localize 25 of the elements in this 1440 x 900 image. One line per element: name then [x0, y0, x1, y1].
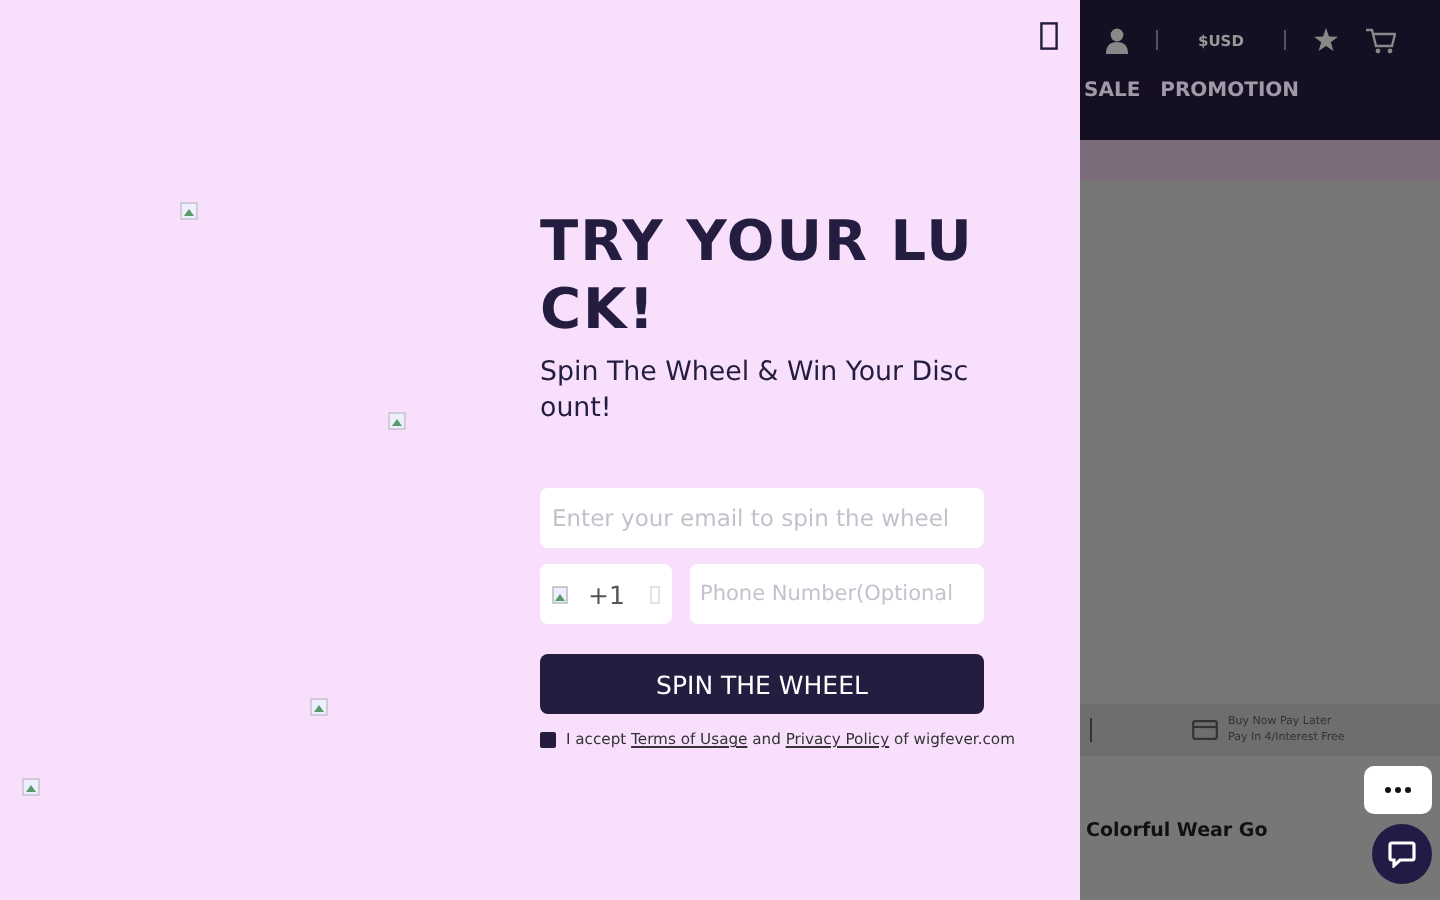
broken-image-icon	[22, 778, 40, 796]
country-code: +1	[588, 579, 625, 609]
consent-checkbox[interactable]	[540, 731, 556, 747]
popup-title: TRY YOUR LUCK!	[540, 208, 976, 344]
broken-image-icon	[552, 585, 568, 603]
broken-image-icon	[388, 412, 406, 430]
broken-image-icon	[180, 202, 198, 220]
credit-card-icon	[1192, 720, 1218, 740]
popup-subtitle: Spin The Wheel & Win Your Discount!	[540, 356, 971, 428]
product-title: Colorful Wear Go	[1086, 820, 1270, 842]
cart-icon[interactable]	[1365, 27, 1396, 53]
spin-button[interactable]: SPIN THE WHEEL	[540, 654, 984, 714]
more-icon	[1384, 786, 1412, 794]
email-field[interactable]: Enter your email to spin the wheel	[540, 488, 984, 548]
nav-link[interactable]: PROMOTION	[1160, 80, 1300, 102]
star-icon[interactable]	[1313, 28, 1338, 52]
user-icon[interactable]	[1106, 27, 1128, 53]
nav-link[interactable]: SALE	[1084, 80, 1141, 102]
chat-button[interactable]	[1372, 824, 1432, 884]
phone-field[interactable]: Phone Number(Optional	[690, 564, 984, 624]
glyph-box-icon	[650, 585, 660, 603]
broken-image-icon	[310, 698, 328, 716]
chat-bubble-icon	[1388, 840, 1416, 868]
country-code-select[interactable]: +1	[540, 564, 672, 624]
more-button[interactable]	[1364, 766, 1432, 814]
